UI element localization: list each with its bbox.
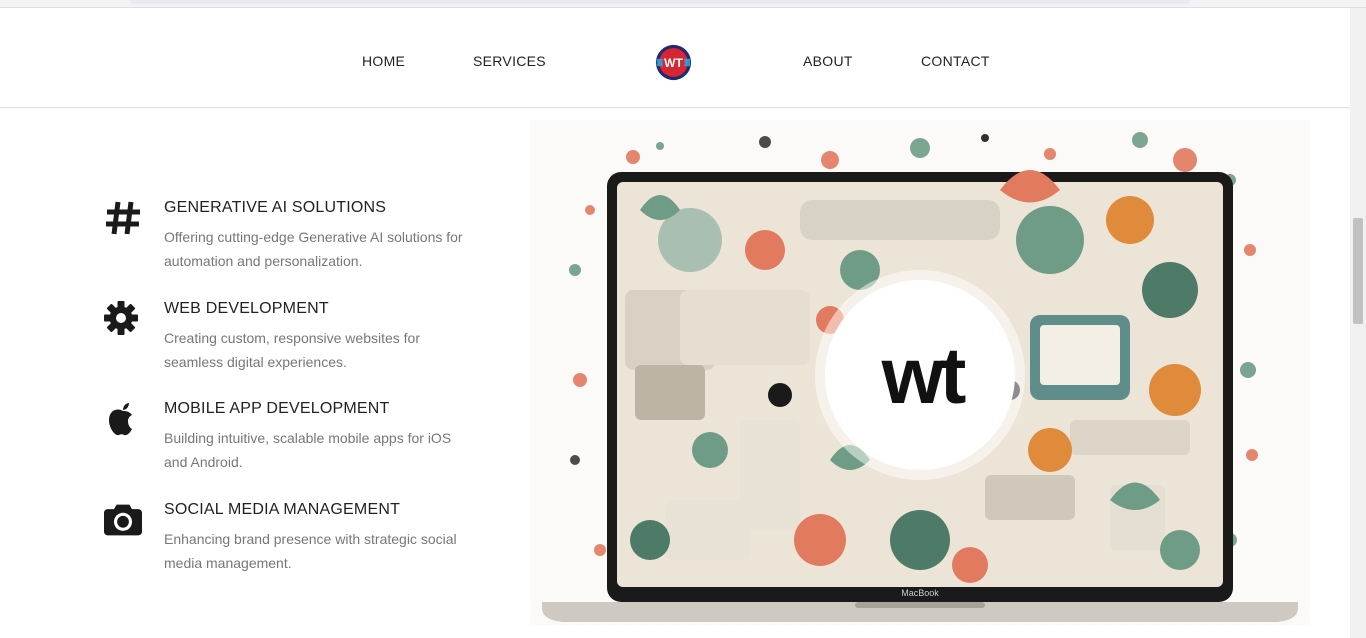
- service-description: Enhancing brand presence with strategic …: [164, 531, 457, 571]
- scrollbar-thumb[interactable]: [1353, 218, 1363, 324]
- browser-address-bar[interactable]: [130, 0, 1190, 4]
- nav-home[interactable]: HOME: [362, 53, 405, 69]
- apple-icon: [109, 403, 132, 436]
- logo-text: WT: [664, 56, 683, 70]
- nav-about[interactable]: ABOUT: [803, 53, 853, 69]
- laptop-artwork: wt MacBook: [542, 132, 1298, 622]
- service-description: Offering cutting-edge Generative AI solu…: [164, 229, 463, 269]
- service-title: WEB DEVELOPMENT: [164, 300, 329, 317]
- camera-icon: [104, 504, 142, 536]
- service-title: GENERATIVE AI SOLUTIONS: [164, 199, 387, 216]
- gear-icon: [104, 301, 138, 335]
- service-title: SOCIAL MEDIA MANAGEMENT: [164, 501, 401, 518]
- site-header: HOME SERVICES WT ABOUT CONTACT: [0, 8, 1350, 108]
- service-title: MOBILE APP DEVELOPMENT: [164, 400, 390, 417]
- nav-contact[interactable]: CONTACT: [921, 53, 990, 69]
- hashtag-icon: [106, 201, 140, 235]
- service-description: Building intuitive, scalable mobile apps…: [164, 430, 452, 470]
- service-description: Creating custom, responsive websites for…: [164, 330, 420, 370]
- browser-top-strip: [0, 0, 1366, 8]
- screen-logo-text: wt: [881, 331, 966, 420]
- hero-laptop-illustration: wt MacBook: [530, 120, 1310, 625]
- laptop-brand-label: MacBook: [901, 588, 939, 598]
- nav-services[interactable]: SERVICES: [473, 53, 546, 69]
- page-scrollbar[interactable]: [1350, 8, 1366, 638]
- site-logo[interactable]: WT: [655, 44, 692, 81]
